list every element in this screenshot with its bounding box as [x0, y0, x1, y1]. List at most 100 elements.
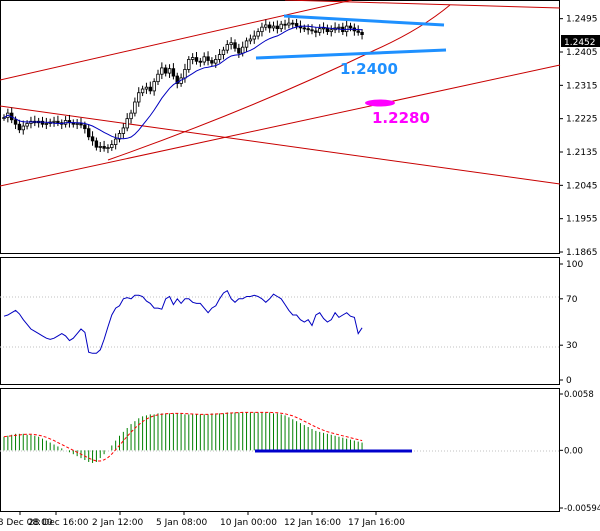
- candle-body: [198, 60, 203, 63]
- time-tick-label: 12 Jan 16:00: [284, 518, 341, 528]
- oscillator-axis: 100 70 30 0: [559, 260, 583, 386]
- macd-tick-label: -0.00594: [564, 504, 600, 514]
- candle-body: [137, 92, 141, 103]
- candle-body: [106, 147, 110, 149]
- trading-chart: 1.2400 1.2280 1.2495 1.2405 1.2315 1.2225 1.…: [0, 0, 600, 528]
- candle-body: [337, 26, 341, 29]
- candle-body: [94, 140, 99, 148]
- price-tick-label: 1.1955: [566, 215, 598, 225]
- time-tick-label: 5 Jan 08:00: [156, 518, 208, 528]
- candle-body: [210, 60, 214, 64]
- macd-axis: 0.0058 0.00 -0.00594: [559, 390, 600, 514]
- candle-body: [206, 56, 210, 61]
- candle-body: [314, 30, 318, 33]
- candle-body: [356, 30, 360, 33]
- candle-body: [344, 25, 349, 33]
- candle-body: [125, 118, 129, 129]
- candle-body: [187, 59, 191, 70]
- candle-body: [121, 127, 126, 134]
- candle-body: [171, 68, 176, 77]
- candle-body: [214, 59, 218, 64]
- candle-body: [248, 38, 253, 42]
- candle-body: [144, 86, 149, 90]
- candle-body: [163, 67, 168, 74]
- annotation-1-2400: 1.2400: [340, 60, 398, 78]
- candle-body: [267, 24, 272, 29]
- candle-body: [317, 28, 322, 33]
- price-tick-label: 1.2495: [566, 15, 598, 25]
- macd-tick-label: 0.0058: [564, 390, 594, 400]
- candle-body: [237, 47, 241, 54]
- candle-body: [221, 49, 226, 55]
- target-marker-ellipse: [365, 99, 395, 107]
- price-tick-label: 1.2405: [566, 48, 598, 58]
- candle-body: [133, 101, 137, 114]
- time-axis: 28 Dec 08:0028 Dec 16:002 Jan 12:005 Jan…: [0, 511, 405, 528]
- candle-body: [102, 146, 106, 149]
- candle-body: [321, 27, 326, 30]
- candle-body: [79, 123, 83, 126]
- candle-body: [140, 88, 145, 94]
- candle-body: [83, 124, 87, 130]
- candle-body: [110, 144, 114, 148]
- candle-body: [167, 68, 172, 74]
- candle-body: [160, 67, 164, 75]
- time-tick-label: 28 Dec 16:00: [28, 518, 89, 528]
- candle-body: [113, 138, 118, 145]
- oscillator-tick-label: 100: [566, 260, 583, 270]
- oscillator-tick-label: 70: [566, 295, 578, 305]
- candle-body: [244, 40, 249, 48]
- candle-body: [360, 31, 364, 35]
- candle-body: [260, 26, 264, 33]
- candle-body: [217, 54, 222, 60]
- candle-body: [25, 123, 29, 127]
- candle-body: [310, 29, 314, 32]
- candle-body: [156, 73, 160, 83]
- candle-body: [183, 69, 187, 79]
- candle-body: [44, 123, 49, 125]
- candle-body: [17, 123, 22, 131]
- candle-body: [13, 119, 18, 125]
- annotation-1-2280: 1.2280: [372, 109, 430, 127]
- time-tick-label: 2 Jan 12:00: [92, 518, 144, 528]
- candle-body: [294, 23, 299, 27]
- candle-body: [152, 81, 156, 92]
- candle-body: [233, 42, 237, 49]
- candle-body: [329, 29, 333, 33]
- price-tick-label: 1.1865: [566, 248, 598, 258]
- price-tick-label: 1.2315: [566, 81, 598, 91]
- candle-body: [202, 56, 206, 63]
- time-tick-label: 10 Jan 00:00: [220, 518, 277, 528]
- candle-body: [56, 120, 60, 124]
- oscillator-tick-label: 30: [566, 341, 578, 351]
- candle-body: [302, 27, 306, 30]
- candle-body: [190, 57, 195, 60]
- candle-body: [21, 125, 25, 131]
- price-tick-label: 1.2135: [566, 148, 598, 158]
- candle-body: [275, 25, 280, 30]
- candle-body: [283, 23, 287, 26]
- candle-body: [279, 23, 283, 30]
- candle-body: [2, 117, 6, 119]
- price-axis: 1.2495 1.2405 1.2315 1.2225 1.2135 1.2045 1.19…: [559, 15, 598, 258]
- candle-body: [98, 146, 102, 148]
- candle-body: [306, 28, 310, 31]
- candle-body: [264, 24, 268, 28]
- candle-body: [256, 31, 260, 37]
- oscillator-tick-label: 0: [566, 376, 572, 386]
- candle-body: [194, 57, 199, 62]
- candle-body: [225, 44, 229, 51]
- candle-body: [148, 86, 152, 92]
- time-tick-label: 17 Jan 16:00: [348, 518, 405, 528]
- candle-body: [87, 128, 91, 138]
- candle-body: [75, 123, 79, 125]
- candle-body: [90, 136, 95, 142]
- oscillator-panel-frame: [0, 257, 560, 385]
- candle-body: [287, 22, 291, 26]
- price-tick-label: 1.2225: [566, 115, 598, 125]
- candle-body: [129, 112, 133, 120]
- candle-body: [52, 120, 56, 123]
- current-price-label: 1.2452: [564, 38, 596, 48]
- candle-body: [291, 22, 295, 25]
- candle-body: [229, 42, 233, 45]
